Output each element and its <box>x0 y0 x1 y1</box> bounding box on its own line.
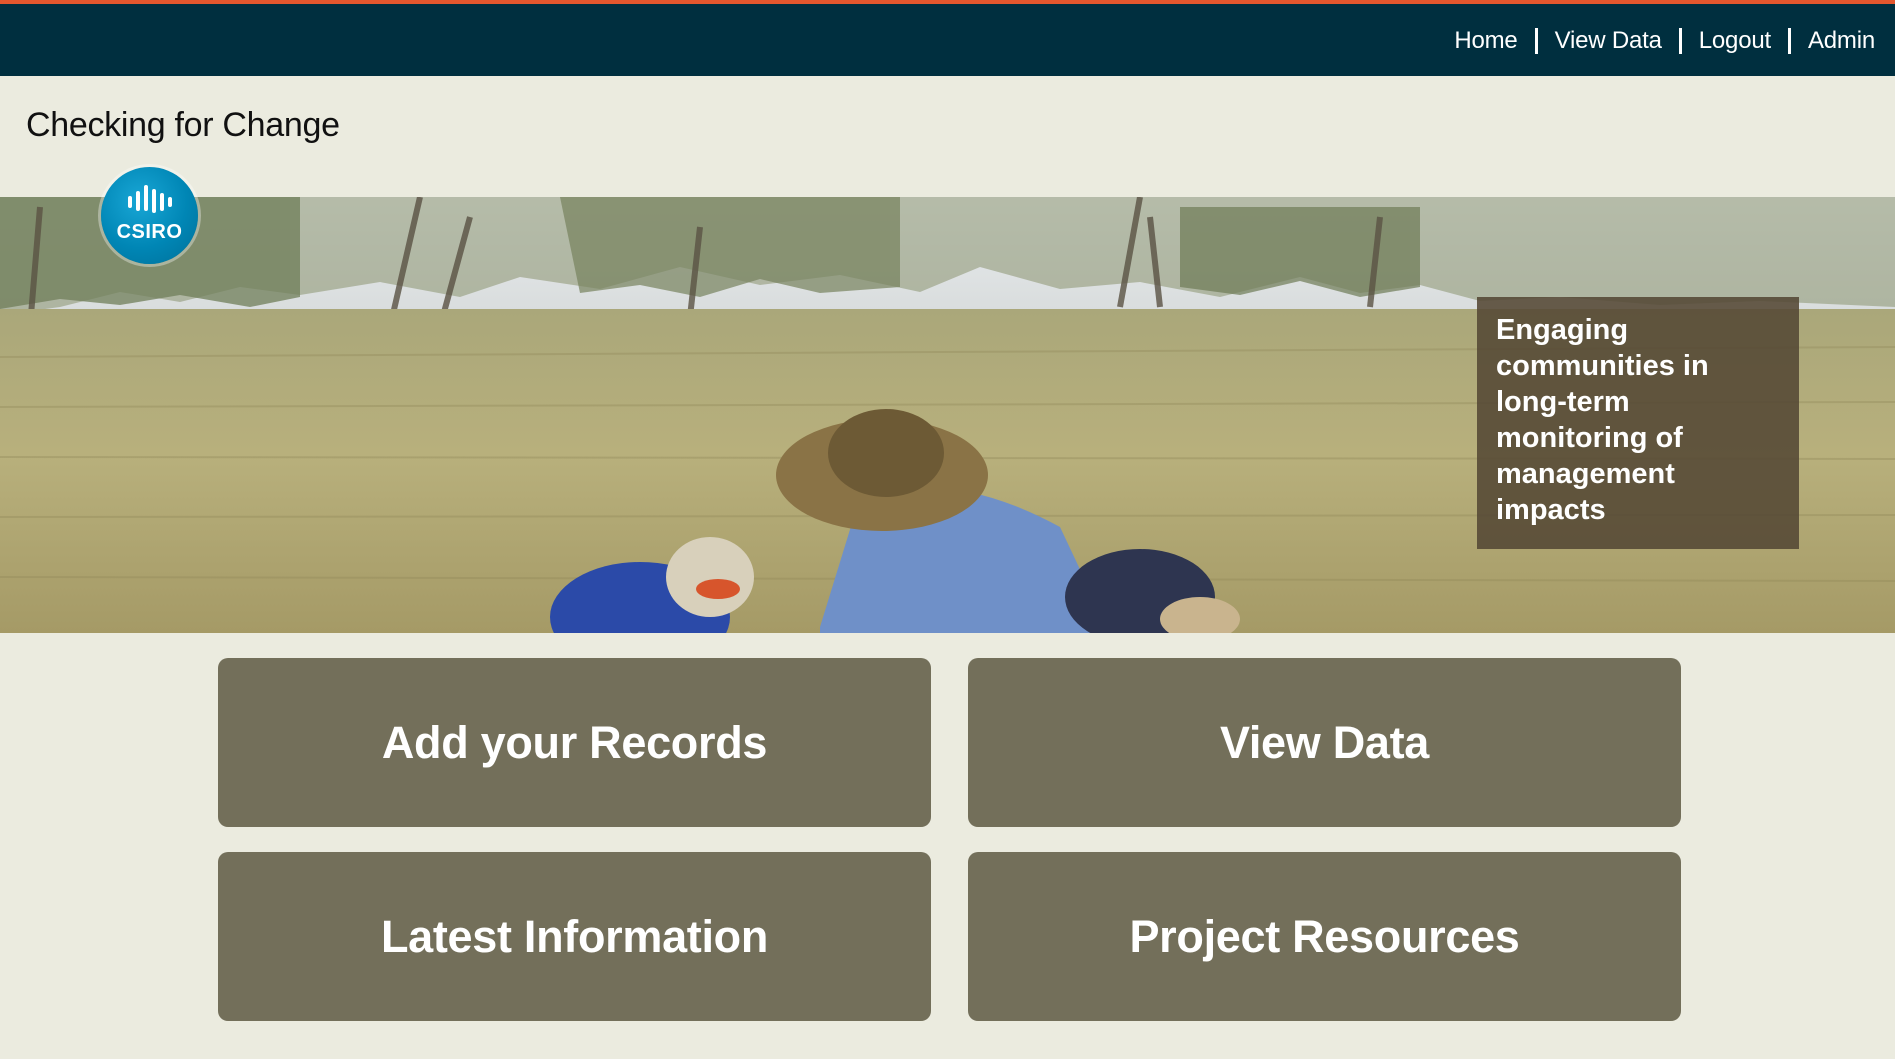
csiro-logo[interactable]: CSIRO <box>101 167 198 264</box>
csiro-wordmark: CSIRO <box>116 221 183 243</box>
view-data-tile[interactable]: View Data <box>968 658 1681 827</box>
nav-logout-link[interactable]: Logout <box>1699 27 1771 55</box>
csiro-bars-icon <box>128 185 172 213</box>
project-resources-tile[interactable]: Project Resources <box>968 852 1681 1021</box>
nav-admin-link[interactable]: Admin <box>1808 27 1875 55</box>
main-nav: Home View Data Logout Admin <box>1454 26 1875 56</box>
nav-separator <box>1534 28 1538 54</box>
nav-separator <box>1787 28 1791 54</box>
site-title: Checking for Change <box>26 106 340 144</box>
top-navigation-bar: Home View Data Logout Admin <box>0 0 1895 76</box>
latest-information-tile[interactable]: Latest Information <box>218 852 931 1021</box>
hero-caption: Engaging communities in long-term monito… <box>1477 297 1799 549</box>
nav-separator <box>1678 28 1682 54</box>
add-records-tile[interactable]: Add your Records <box>218 658 931 827</box>
nav-view-data-link[interactable]: View Data <box>1555 27 1662 55</box>
nav-home-link[interactable]: Home <box>1454 27 1517 55</box>
